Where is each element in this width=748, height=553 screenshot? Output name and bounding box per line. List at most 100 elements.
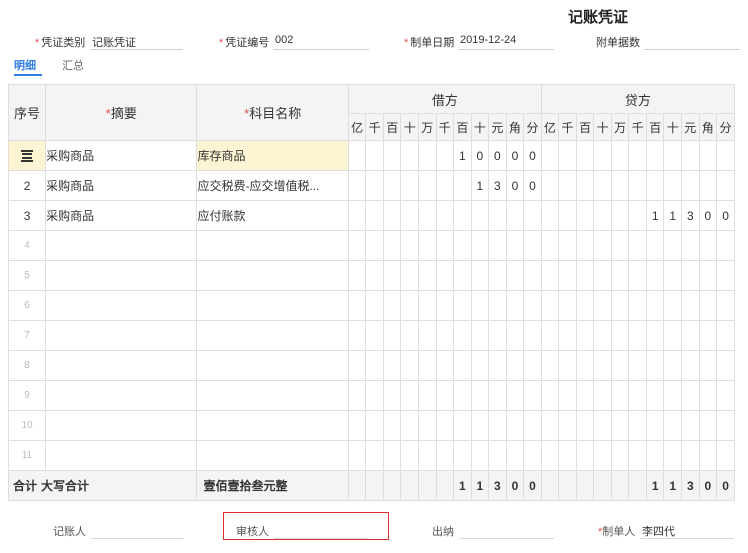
row-credit-digit[interactable] [645, 320, 665, 351]
row-credit-digit[interactable] [628, 350, 647, 381]
row-debit-digit[interactable] [418, 380, 437, 411]
row-debit-digit[interactable] [365, 140, 384, 171]
row-credit-digit[interactable] [610, 140, 630, 171]
row-debit-digit[interactable]: 0 [505, 140, 525, 171]
table-row[interactable]: 3 采购商品 应付账款 1 1 3 0 0 [7, 200, 735, 231]
row-debit-digit[interactable] [523, 350, 542, 381]
row-summary-cell[interactable]: 采购商品 [45, 140, 198, 171]
row-debit-digit[interactable] [488, 350, 507, 381]
row-debit-digit[interactable] [435, 410, 455, 441]
row-credit-digit[interactable] [663, 440, 683, 471]
row-debit-digit[interactable] [382, 230, 402, 261]
row-credit-digit[interactable] [716, 140, 735, 171]
row-credit-digit[interactable] [698, 230, 718, 261]
row-credit-digit[interactable] [681, 170, 700, 201]
row-debit-digit[interactable] [488, 320, 507, 351]
row-debit-digit[interactable] [488, 230, 507, 261]
row-credit-digit[interactable] [558, 230, 577, 261]
row-credit-digit[interactable] [698, 410, 718, 441]
row-credit-digit[interactable] [593, 260, 612, 291]
row-debit-digit[interactable] [488, 410, 507, 441]
row-debit-digit[interactable] [523, 230, 542, 261]
row-credit-digit[interactable] [681, 290, 700, 321]
row-credit-digit[interactable] [645, 230, 665, 261]
row-debit-digit[interactable] [523, 200, 542, 231]
row-debit-digit[interactable] [505, 320, 525, 351]
row-credit-digit[interactable] [663, 170, 683, 201]
row-credit-digit[interactable] [645, 260, 665, 291]
row-credit-digit[interactable] [610, 290, 630, 321]
row-credit-digit[interactable] [716, 260, 735, 291]
row-debit-digit[interactable] [418, 410, 437, 441]
row-debit-digit[interactable] [505, 440, 525, 471]
row-debit-digit[interactable] [435, 350, 455, 381]
row-account-cell[interactable]: 应交税费-应交增值税... [196, 170, 349, 201]
row-credit-digit[interactable] [698, 440, 718, 471]
row-debit-digit[interactable] [382, 440, 402, 471]
table-row[interactable]: 2 采购商品 应交税费-应交增值税... 1 3 0 0 [7, 170, 735, 201]
row-debit-digit[interactable] [505, 260, 525, 291]
row-debit-digit[interactable] [505, 230, 525, 261]
row-debit-digit[interactable] [365, 320, 384, 351]
row-credit-digit[interactable] [540, 440, 560, 471]
row-debit-digit[interactable] [365, 260, 384, 291]
row-debit-digit[interactable] [505, 200, 525, 231]
row-credit-digit[interactable] [716, 380, 735, 411]
row-debit-digit[interactable] [347, 200, 367, 231]
row-summary-cell[interactable] [45, 290, 198, 321]
row-credit-digit[interactable] [716, 440, 735, 471]
row-debit-digit[interactable] [347, 320, 367, 351]
row-summary-cell[interactable] [45, 410, 198, 441]
row-credit-digit[interactable] [628, 440, 647, 471]
table-row[interactable]: 8 [7, 350, 735, 381]
row-credit-digit[interactable] [540, 350, 560, 381]
row-menu-icon[interactable] [21, 150, 34, 163]
row-credit-digit[interactable] [628, 230, 647, 261]
row-credit-digit[interactable] [558, 260, 577, 291]
row-debit-digit[interactable] [435, 200, 455, 231]
cashier-field[interactable]: 出纳 [432, 523, 562, 543]
row-credit-digit[interactable]: 0 [698, 200, 718, 231]
row-debit-digit[interactable] [523, 320, 542, 351]
row-credit-digit[interactable] [540, 260, 560, 291]
row-credit-digit[interactable] [610, 350, 630, 381]
row-debit-digit[interactable] [523, 410, 542, 441]
row-credit-digit[interactable] [575, 200, 595, 231]
preparer-field[interactable]: *制单人 李四代 [598, 523, 738, 543]
row-credit-digit[interactable] [610, 260, 630, 291]
row-debit-digit[interactable] [470, 260, 490, 291]
row-credit-digit[interactable] [663, 410, 683, 441]
attachments-field[interactable]: 附单据数 [596, 34, 741, 52]
row-debit-digit[interactable]: 1 [453, 140, 472, 171]
row-credit-digit[interactable]: 0 [716, 200, 735, 231]
row-credit-digit[interactable] [681, 320, 700, 351]
row-debit-digit[interactable] [400, 410, 419, 441]
row-credit-digit[interactable] [681, 140, 700, 171]
row-credit-digit[interactable] [575, 410, 595, 441]
row-credit-digit[interactable] [681, 260, 700, 291]
row-debit-digit[interactable] [435, 230, 455, 261]
row-summary-cell[interactable] [45, 440, 198, 471]
row-credit-digit[interactable] [575, 380, 595, 411]
row-debit-digit[interactable] [470, 230, 490, 261]
row-credit-digit[interactable] [645, 290, 665, 321]
row-debit-digit[interactable] [470, 380, 490, 411]
row-debit-digit[interactable] [453, 350, 472, 381]
row-debit-digit[interactable] [382, 140, 402, 171]
row-credit-digit[interactable] [558, 410, 577, 441]
row-handle-icon[interactable] [7, 140, 47, 171]
row-debit-digit[interactable] [523, 380, 542, 411]
row-credit-digit[interactable] [663, 290, 683, 321]
row-debit-digit[interactable] [453, 410, 472, 441]
row-debit-digit[interactable] [470, 320, 490, 351]
voucher-no-field[interactable]: * 凭证编号 002 [219, 34, 374, 52]
row-debit-digit[interactable] [418, 290, 437, 321]
row-credit-digit[interactable] [645, 410, 665, 441]
row-credit-digit[interactable] [593, 290, 612, 321]
row-credit-digit[interactable] [558, 320, 577, 351]
row-credit-digit[interactable] [628, 380, 647, 411]
row-debit-digit[interactable] [347, 290, 367, 321]
row-credit-digit[interactable] [716, 170, 735, 201]
row-credit-digit[interactable] [575, 260, 595, 291]
row-credit-digit[interactable] [558, 380, 577, 411]
